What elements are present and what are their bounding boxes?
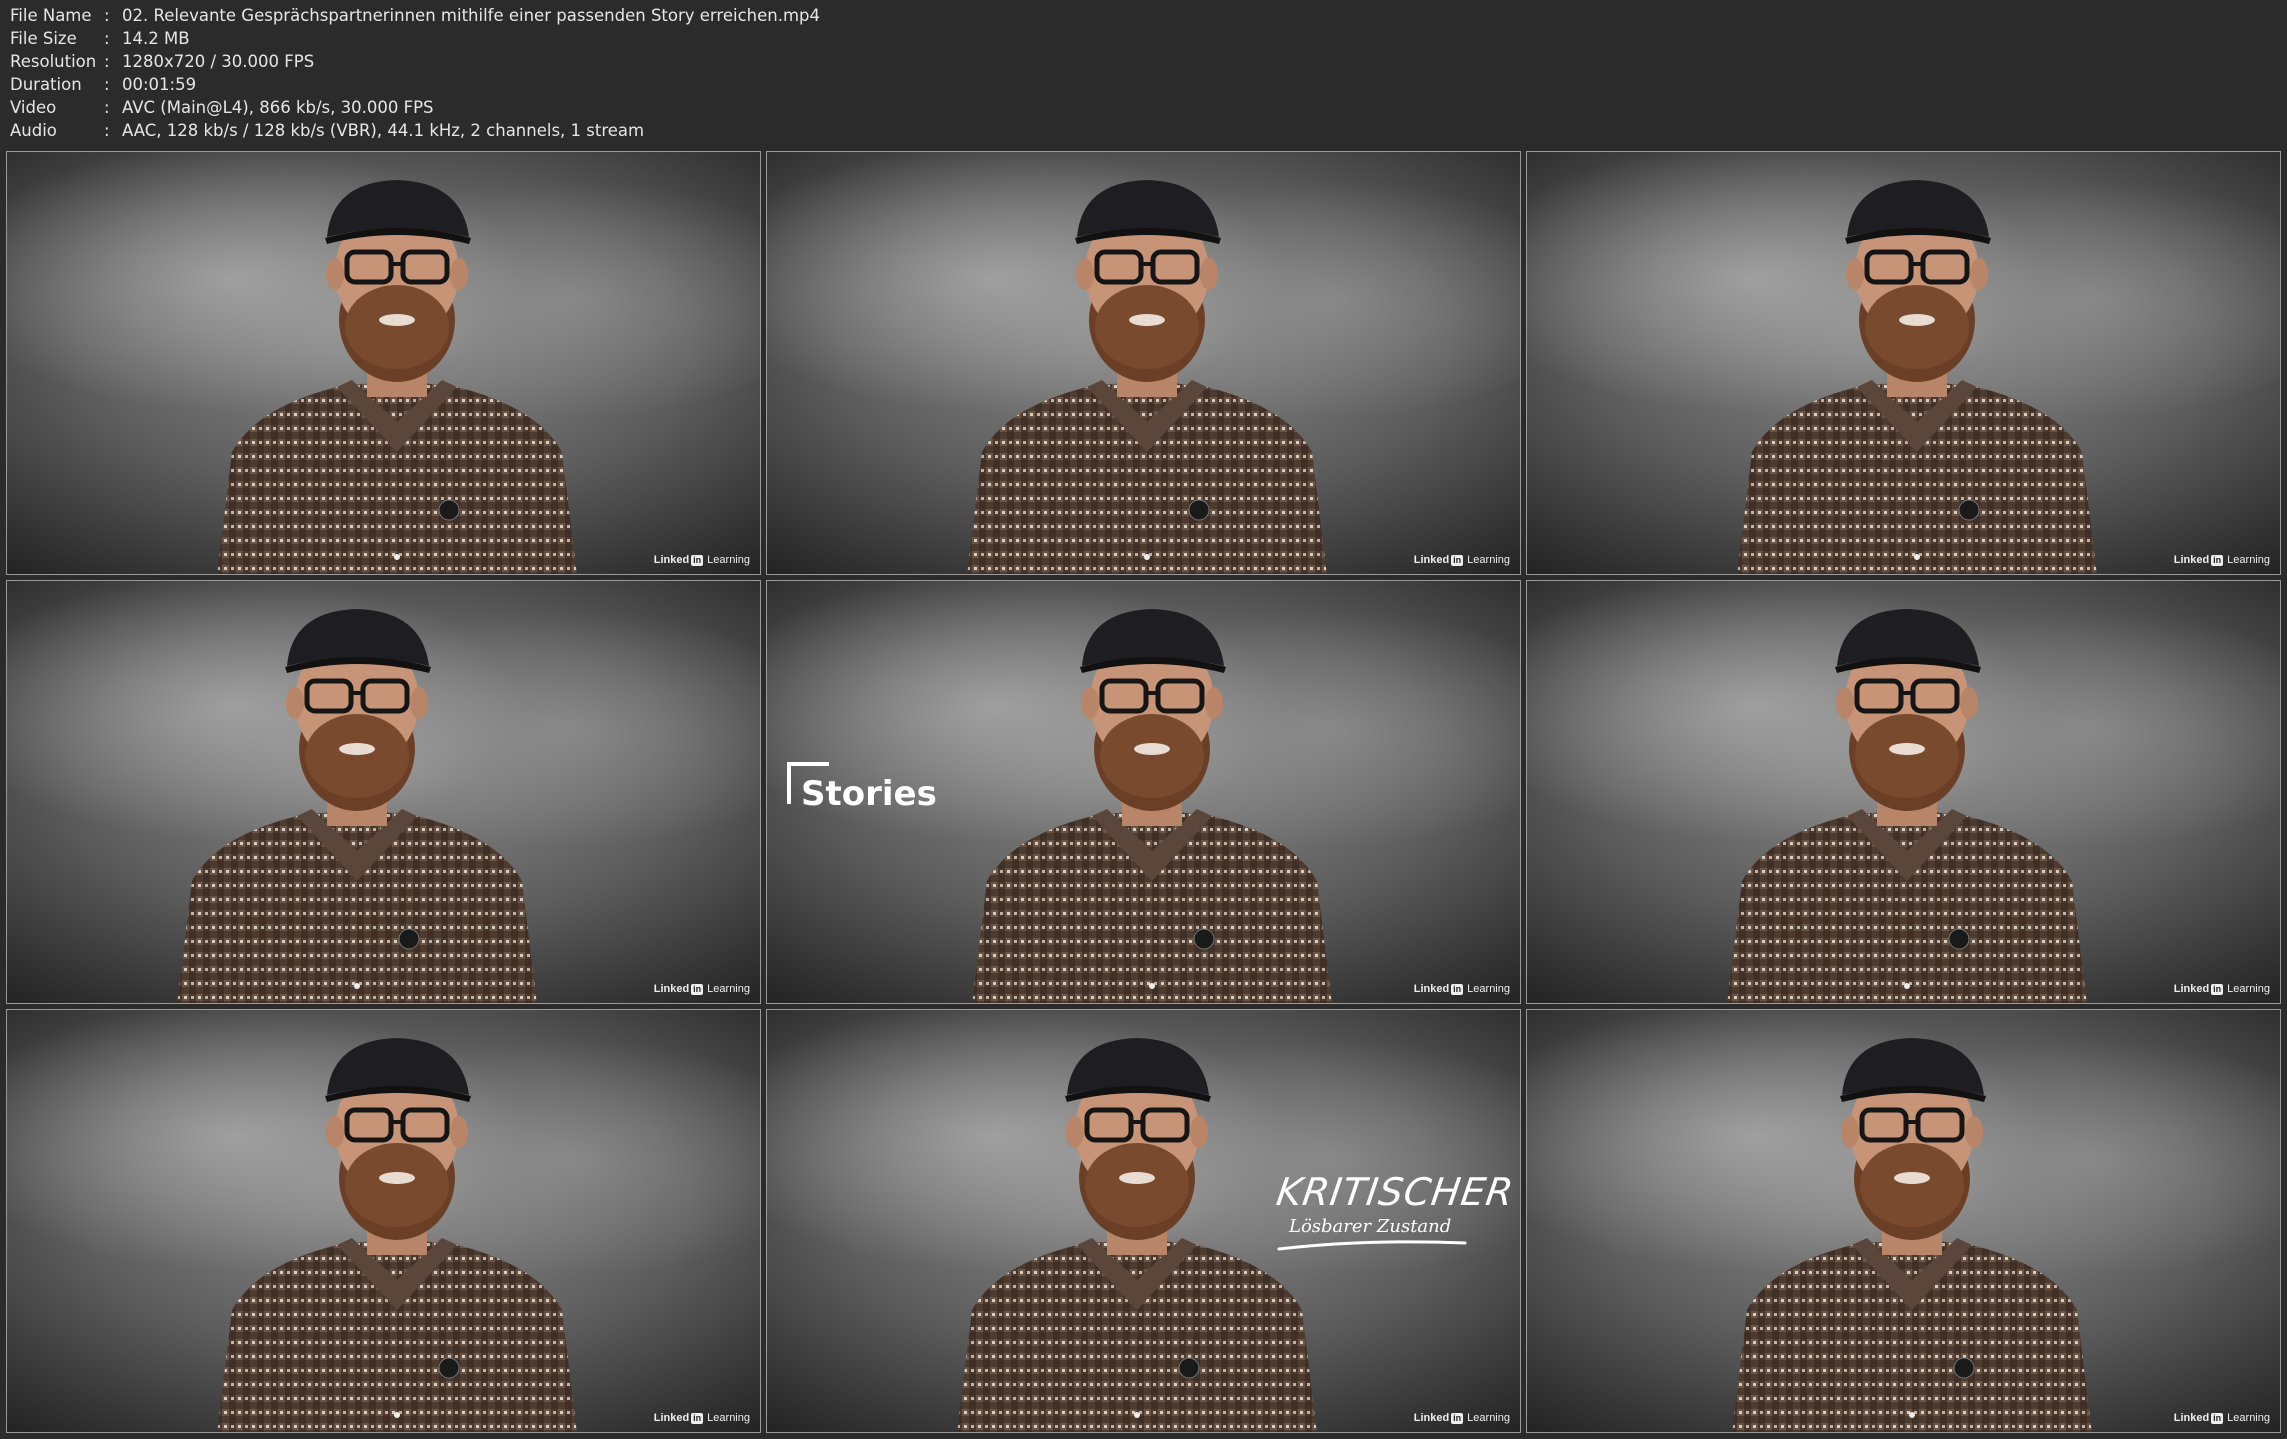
info-row-video: Video : AVC (Main@L4), 866 kb/s, 30.000 … [10, 96, 820, 119]
info-separator: : [104, 29, 110, 48]
info-separator: : [104, 98, 110, 117]
info-separator: : [104, 121, 110, 140]
watermark-linked: Linked [2173, 554, 2210, 566]
stories-text: Stories [801, 774, 937, 814]
info-label: Resolution [10, 52, 97, 71]
info-value: 02. Relevante Gesprächspartnerinnen mith… [122, 6, 821, 25]
linkedin-learning-watermark: Linked in Learning [2174, 1412, 2270, 1424]
linkedin-in-icon: in [2211, 1412, 2224, 1424]
thumbnail-grid: Linked in Learning Linked in Learning Linked… [6, 151, 2282, 1434]
video-frame-1[interactable]: Linked in Learning [6, 151, 761, 575]
watermark-learning: Learning [707, 983, 750, 995]
video-frame-5[interactable]: Stories Linked in Learning [766, 580, 1521, 1004]
info-label: Video [10, 98, 57, 117]
watermark-learning: Learning [707, 1412, 750, 1424]
video-frame-8[interactable]: KRITISCHER Lösbarer Zustand Linked in Lear… [766, 1009, 1521, 1433]
info-value: AVC (Main@L4), 866 kb/s, 30.000 FPS [122, 98, 434, 117]
video-frame-7[interactable]: Linked in Learning [6, 1009, 761, 1433]
linkedin-learning-watermark: Linked in Learning [654, 554, 750, 566]
info-row-duration: Duration : 00:01:59 [10, 73, 820, 96]
watermark-learning: Learning [2227, 554, 2270, 566]
linkedin-in-icon: in [2211, 983, 2224, 995]
linkedin-in-icon: in [1451, 1412, 1464, 1424]
watermark-learning: Learning [707, 554, 750, 566]
loesbarer-zustand-text: Lösbarer Zustand [1289, 1216, 1452, 1237]
info-row-file-size: File Size : 14.2 MB [10, 27, 820, 50]
linkedin-learning-watermark: Linked in Learning [1414, 983, 1510, 995]
info-row-resolution: Resolution : 1280x720 / 30.000 FPS [10, 50, 820, 73]
watermark-linked: Linked [653, 983, 690, 995]
video-frame-4[interactable]: Linked in Learning [6, 580, 761, 1004]
linkedin-learning-watermark: Linked in Learning [654, 983, 750, 995]
underline-stroke [1277, 1240, 1467, 1251]
info-value: 1280x720 / 30.000 FPS [122, 52, 315, 71]
info-value: 14.2 MB [122, 29, 190, 48]
linkedin-in-icon: in [691, 554, 704, 566]
file-info-panel: File Name : 02. Relevante Gesprächspartn… [10, 4, 820, 142]
watermark-learning: Learning [2227, 1412, 2270, 1424]
stories-overlay: Stories [787, 762, 937, 814]
info-label: File Size [10, 29, 77, 48]
presenter-figure [187, 1010, 607, 1433]
watermark-learning: Learning [1467, 1412, 1510, 1424]
watermark-learning: Learning [1467, 554, 1510, 566]
kritischer-text: KRITISCHER [1273, 1170, 1517, 1214]
linkedin-learning-watermark: Linked in Learning [654, 1412, 750, 1424]
video-frame-6[interactable]: Linked in Learning [1526, 580, 2281, 1004]
linkedin-learning-watermark: Linked in Learning [1414, 554, 1510, 566]
watermark-learning: Learning [2227, 983, 2270, 995]
watermark-linked: Linked [2173, 983, 2210, 995]
kritischer-overlay: KRITISCHER Lösbarer Zustand [1273, 1170, 1517, 1257]
linkedin-in-icon: in [691, 983, 704, 995]
info-label: Duration [10, 75, 82, 94]
info-label: Audio [10, 121, 57, 140]
linkedin-learning-watermark: Linked in Learning [1414, 1412, 1510, 1424]
watermark-linked: Linked [653, 554, 690, 566]
presenter-figure [1702, 1010, 2122, 1433]
watermark-linked: Linked [653, 1412, 690, 1424]
linkedin-in-icon: in [1451, 554, 1464, 566]
info-value: AAC, 128 kb/s / 128 kb/s (VBR), 44.1 kHz… [122, 121, 645, 140]
info-label: File Name [10, 6, 92, 25]
presenter-figure [937, 152, 1357, 575]
presenter-figure [1697, 581, 2117, 1004]
presenter-figure [1707, 152, 2127, 575]
info-row-audio: Audio : AAC, 128 kb/s / 128 kb/s (VBR), … [10, 119, 820, 142]
presenter-figure [187, 152, 607, 575]
info-row-file-name: File Name : 02. Relevante Gesprächspartn… [10, 4, 820, 27]
watermark-linked: Linked [1413, 554, 1450, 566]
info-separator: : [104, 52, 110, 71]
video-frame-3[interactable]: Linked in Learning [1526, 151, 2281, 575]
watermark-learning: Learning [1467, 983, 1510, 995]
video-frame-9[interactable]: Linked in Learning [1526, 1009, 2281, 1433]
info-separator: : [104, 6, 110, 25]
watermark-linked: Linked [1413, 1412, 1450, 1424]
linkedin-in-icon: in [691, 1412, 704, 1424]
watermark-linked: Linked [2173, 1412, 2210, 1424]
presenter-figure [942, 581, 1362, 1004]
linkedin-in-icon: in [1451, 983, 1464, 995]
linkedin-learning-watermark: Linked in Learning [2174, 983, 2270, 995]
linkedin-in-icon: in [2211, 554, 2224, 566]
linkedin-learning-watermark: Linked in Learning [2174, 554, 2270, 566]
presenter-figure [147, 581, 567, 1004]
info-value: 00:01:59 [122, 75, 197, 94]
video-frame-2[interactable]: Linked in Learning [766, 151, 1521, 575]
watermark-linked: Linked [1413, 983, 1450, 995]
info-separator: : [104, 75, 110, 94]
